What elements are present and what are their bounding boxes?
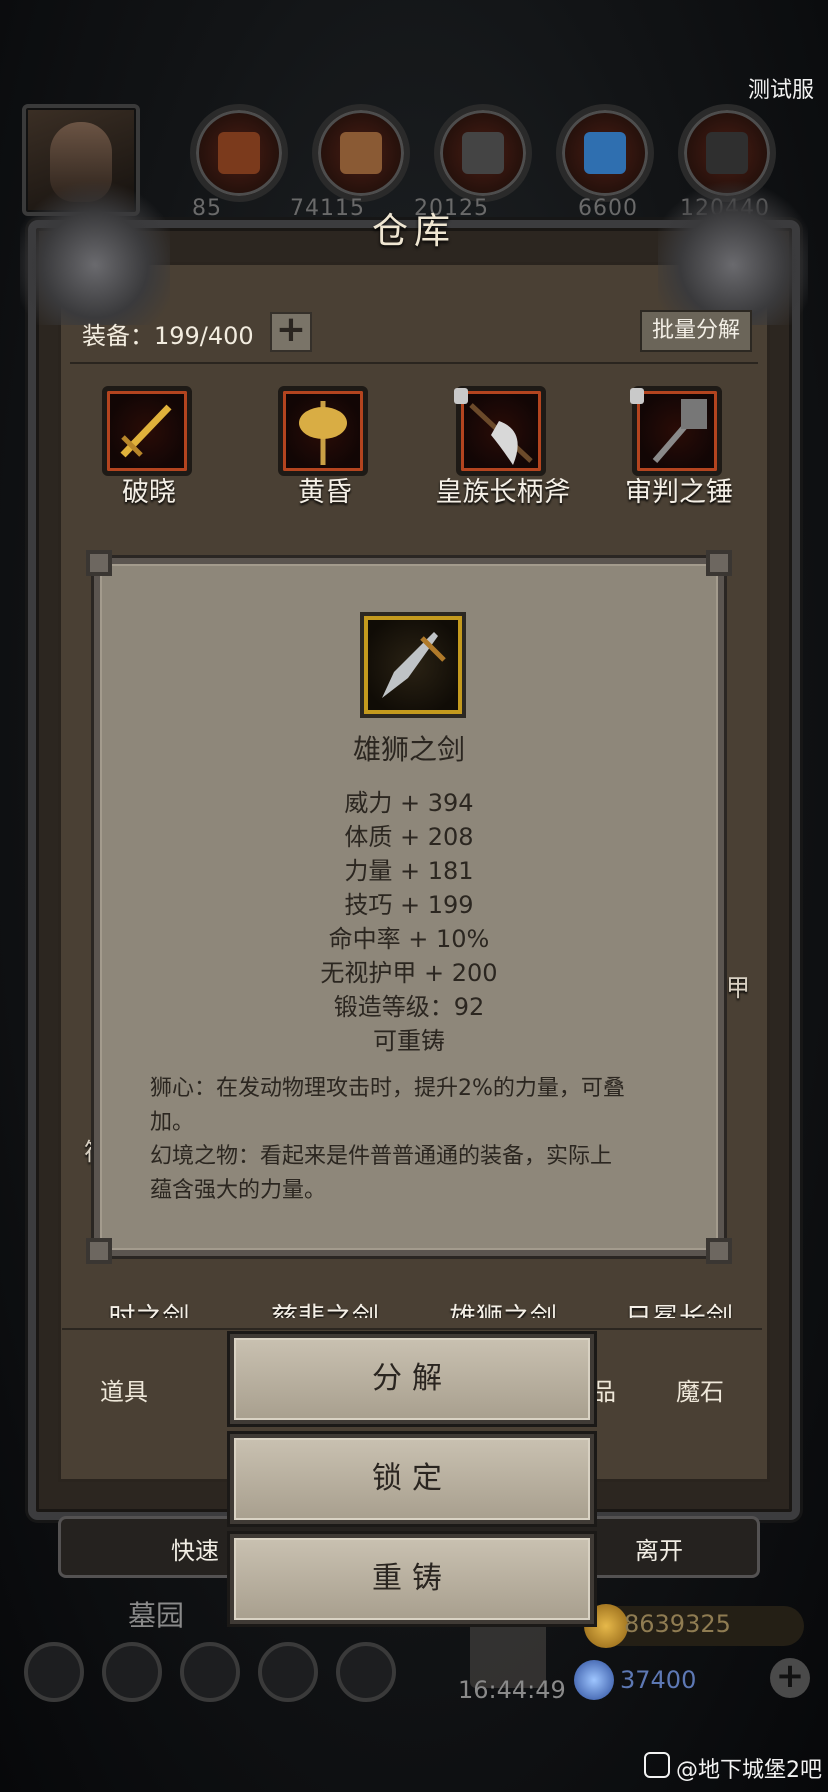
tab-items[interactable]: 道具 — [100, 1372, 148, 1407]
gem-amount: 37400 — [620, 1666, 697, 1694]
steel-ingot-icon — [706, 132, 748, 174]
gem-icon — [574, 1660, 614, 1700]
tooltip-item-name: 雄狮之剑 — [352, 733, 465, 766]
iron-ingot-icon — [462, 132, 504, 174]
quick-button[interactable]: 快速 — [171, 1531, 219, 1566]
item-name: 慈悲之剑 — [240, 1296, 410, 1318]
pentagram-icon[interactable] — [102, 1642, 162, 1702]
item-slot-halberd[interactable] — [456, 386, 546, 476]
game-time: 16:44:49 — [458, 1676, 566, 1704]
wood-plank-icon — [340, 132, 382, 174]
server-tag: 测试服 — [747, 78, 814, 103]
reforgeable-note: 可重铸 — [373, 1027, 445, 1055]
tab-fragment[interactable]: 品 — [592, 1372, 616, 1407]
item-slot-pofeng[interactable] — [102, 386, 192, 476]
lion-sword-icon — [382, 632, 446, 698]
resource-crystal[interactable] — [556, 104, 654, 202]
tab-divider — [62, 1328, 762, 1330]
item-name: 黄昏 — [298, 477, 352, 508]
lock-icon — [454, 388, 468, 404]
decompose-button[interactable]: 分解 — [230, 1334, 594, 1424]
resource-iron[interactable] — [434, 104, 532, 202]
warehouse-title: 仓库 — [371, 211, 456, 252]
golden-sword-icon — [120, 404, 172, 458]
item-name: 日冕长剑 — [594, 1296, 764, 1318]
item-slot-huanghun[interactable] — [278, 386, 368, 476]
tab-magic-stone[interactable]: 魔石 — [676, 1372, 724, 1407]
leave-button[interactable]: 离开 — [635, 1531, 683, 1566]
item-name: 审判之锤 — [625, 477, 733, 508]
corner-ornament — [706, 550, 732, 576]
hidden-item-fragment: 甲 — [726, 974, 750, 1002]
description-line: 幻境之物：看起来是件普普通通的装备，实际上 — [150, 1144, 613, 1169]
corner-ornament — [706, 1238, 732, 1264]
settings-icon[interactable] — [24, 1642, 84, 1702]
stat-line: 技巧 + 199 — [344, 891, 474, 919]
stat-line: 体质 + 208 — [344, 823, 474, 851]
description-line: 加。 — [150, 1110, 195, 1135]
blue-crystal-icon — [584, 132, 626, 174]
corner-ornament — [86, 1238, 112, 1264]
location-label: 墓园 — [128, 1599, 185, 1632]
stat-line: 力量 + 181 — [344, 857, 474, 885]
resource-leather[interactable] — [190, 104, 288, 202]
equipment-count: 装备：199/400 — [82, 322, 254, 350]
watermark-text: @地下城堡2吧 — [676, 1758, 822, 1783]
stat-line: 威力 + 394 — [344, 789, 474, 817]
expand-capacity-button[interactable]: + — [270, 312, 312, 352]
description-line: 狮心：在发动物理攻击时，提升2%的力量，可叠 — [150, 1076, 625, 1101]
item-name: 皇族长柄斧 — [435, 477, 571, 508]
item-name: 破晓 — [122, 477, 176, 508]
resource-value: 6600 — [578, 196, 638, 221]
corner-ornament — [86, 550, 112, 576]
dragon-ornament-left — [20, 175, 170, 325]
item-name: 雄狮之剑 — [418, 1296, 588, 1318]
reforge-button[interactable]: 重铸 — [230, 1534, 594, 1624]
divider — [70, 362, 758, 364]
hammer-icon — [652, 399, 707, 463]
tooltip-item-icon — [360, 612, 466, 718]
stat-line: 无视护甲 + 200 — [320, 959, 498, 987]
resource-wood[interactable] — [312, 104, 410, 202]
description-line: 蕴含强大的力量。 — [150, 1178, 327, 1203]
dragon-ornament-right — [658, 175, 808, 325]
batch-decompose-button[interactable]: 批量分解 — [640, 310, 752, 352]
helmet-icon[interactable] — [180, 1642, 240, 1702]
forge-level: 锻造等级：92 — [333, 993, 485, 1021]
lock-button[interactable]: 锁定 — [230, 1434, 594, 1524]
resource-value: 85 — [192, 196, 222, 221]
tieba-icon — [644, 1752, 670, 1778]
golden-axe-icon — [299, 401, 347, 465]
item-slot-hammer[interactable] — [632, 386, 722, 476]
lock-icon — [630, 388, 644, 404]
halberd-icon — [469, 403, 533, 465]
add-currency-button[interactable]: + — [770, 1658, 810, 1698]
leather-icon — [218, 132, 260, 174]
mail-icon[interactable] — [258, 1642, 318, 1702]
item-name: 时之剑 — [64, 1296, 234, 1318]
stat-line: 命中率 + 10% — [328, 925, 490, 953]
gold-amount: 8639325 — [624, 1610, 731, 1638]
tools-icon[interactable] — [336, 1642, 396, 1702]
